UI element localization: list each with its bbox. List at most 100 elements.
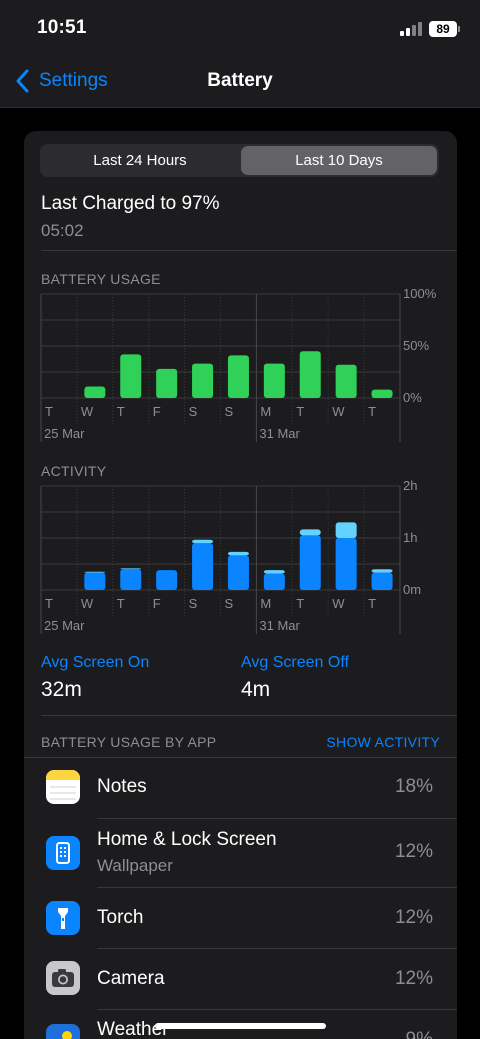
battery-usage-x-tick-label: S <box>189 404 198 419</box>
activity-bar <box>371 572 393 590</box>
show-activity-button[interactable]: SHOW ACTIVITY <box>326 734 440 750</box>
torch-icon <box>46 901 80 935</box>
usage-by-app-label: BATTERY USAGE BY APP <box>41 734 217 750</box>
battery-usage-x-tick-label: S <box>225 404 234 419</box>
battery-usage-bar <box>299 351 321 398</box>
activity-x-tick-label: W <box>81 596 94 611</box>
battery-usage-x-tick-label: W <box>332 404 345 419</box>
activity-bar <box>263 570 285 574</box>
activity-chart[interactable]: 2h 1h 0m T W T F S S M T W T 25 Mar 31 Mar <box>24 478 457 638</box>
activity-bar <box>156 570 178 590</box>
activity-x-tick-label: S <box>189 596 198 611</box>
last-charged-time: 05:02 <box>41 221 84 240</box>
avg-screen-on-label: Avg Screen On <box>41 654 150 671</box>
activity-x-tick-label: M <box>260 596 271 611</box>
camera-icon <box>46 961 80 995</box>
battery-usage-bar <box>156 368 178 398</box>
navigation-bar: 10:51 89 Settings Battery <box>0 0 480 108</box>
divider <box>41 250 457 251</box>
battery-usage-x-tick-label: T <box>368 404 376 419</box>
app-row-notes[interactable]: Notes 18% <box>24 758 457 818</box>
app-name: Weather <box>97 1019 169 1039</box>
activity-bar <box>120 569 142 590</box>
battery-usage-bar <box>263 363 285 398</box>
battery-usage-bar <box>84 386 106 398</box>
app-name: Home & Lock Screen <box>97 829 277 850</box>
activity-y-tick-label: 1h <box>403 530 417 545</box>
last-charged-title: Last Charged to 97% <box>41 193 220 214</box>
battery-nub <box>458 26 460 32</box>
segment-last-10-days[interactable]: Last 10 Days <box>241 146 437 175</box>
battery-usage-x-tick-label: M <box>260 404 271 419</box>
period-segmented-control: Last 24 Hours Last 10 Days <box>40 144 439 177</box>
activity-x-tick-label: S <box>225 596 234 611</box>
activity-y-tick-label: 2h <box>403 478 417 493</box>
battery-usage-bar <box>371 389 393 398</box>
page-title: Battery <box>207 70 273 91</box>
app-percentage: 12% <box>394 907 433 928</box>
battery-icon: 89 <box>429 21 457 37</box>
battery-usage-label: BATTERY USAGE <box>41 271 161 287</box>
app-row-camera[interactable]: Camera 12% <box>24 949 457 1009</box>
divider <box>41 715 457 716</box>
status-time: 10:51 <box>37 17 87 38</box>
activity-x-tick-label: W <box>332 596 345 611</box>
activity-x-tick-label: T <box>45 596 53 611</box>
activity-bar <box>335 538 357 590</box>
battery-usage-y-tick-label: 50% <box>403 338 429 353</box>
battery-usage-chart-svg: 100% 50% 0% T W T F S S M T W T 25 Mar 31 Mar <box>40 286 437 442</box>
notes-icon <box>46 770 80 804</box>
activity-x-tick-label: T <box>117 596 125 611</box>
app-percentage: 12% <box>394 968 433 989</box>
activity-x-tick-label: T <box>368 596 376 611</box>
battery-usage-date-label: 31 Mar <box>259 426 300 441</box>
activity-date-label: 31 Mar <box>259 618 300 633</box>
battery-usage-bar <box>192 363 214 398</box>
app-percentage: 9% <box>406 1029 433 1039</box>
activity-y-tick-label: 0m <box>403 582 421 597</box>
battery-usage-x-tick-label: T <box>296 404 304 419</box>
activity-bar <box>263 573 285 590</box>
battery-usage-x-tick-label: T <box>45 404 53 419</box>
activity-bar <box>227 555 249 590</box>
app-row-torch[interactable]: Torch 12% <box>24 888 457 948</box>
activity-bar <box>299 529 321 536</box>
activity-bar <box>84 571 106 573</box>
activity-bar <box>227 551 249 556</box>
app-percentage: 12% <box>394 841 433 862</box>
activity-x-tick-label: F <box>153 596 161 611</box>
app-percentage: 18% <box>394 776 433 797</box>
avg-screen-off-label: Avg Screen Off <box>241 654 349 671</box>
activity-bar <box>192 543 214 590</box>
battery-card: Last 24 Hours Last 10 Days Last Charged … <box>24 131 457 1039</box>
activity-bar <box>84 572 106 590</box>
signal-icon <box>400 22 422 36</box>
avg-screen-on-value: 32m <box>41 678 82 701</box>
battery-usage-y-tick-label: 100% <box>403 286 437 301</box>
battery-usage-chart[interactable]: 100% 50% 0% T W T F S S M T W T 25 Mar 31 Mar <box>24 286 457 446</box>
home-lock-screen-icon <box>46 836 80 870</box>
activity-bar <box>120 568 142 570</box>
activity-bar <box>192 539 214 544</box>
app-name: Notes <box>97 776 147 797</box>
battery-usage-bar <box>335 364 357 398</box>
battery-usage-bar <box>120 354 142 398</box>
app-name: Camera <box>97 968 165 989</box>
app-subtitle: Wallpaper <box>97 856 173 875</box>
activity-x-tick-label: T <box>296 596 304 611</box>
home-indicator <box>155 1023 326 1029</box>
segment-last-24-hours[interactable]: Last 24 Hours <box>42 146 238 175</box>
app-row-home-lock-screen[interactable]: Home & Lock Screen Wallpaper 12% <box>24 819 457 887</box>
battery-usage-y-tick-label: 0% <box>403 390 422 405</box>
app-name: Torch <box>97 907 144 928</box>
avg-screen-off-value: 4m <box>241 678 271 701</box>
activity-chart-svg: 2h 1h 0m T W T F S S M T W T 25 Mar 31 Mar <box>40 478 421 634</box>
activity-label: ACTIVITY <box>41 463 107 479</box>
battery-usage-date-label: 25 Mar <box>44 426 85 441</box>
battery-usage-x-tick-label: F <box>153 404 161 419</box>
battery-usage-bar <box>227 355 249 398</box>
activity-bar <box>335 522 357 538</box>
battery-usage-x-tick-label: W <box>81 404 94 419</box>
battery-usage-x-tick-label: T <box>117 404 125 419</box>
weather-icon <box>46 1024 80 1039</box>
